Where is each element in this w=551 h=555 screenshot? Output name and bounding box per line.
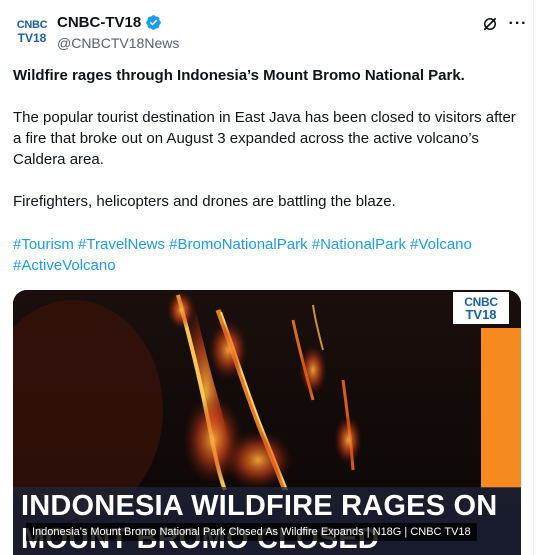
video-caption: Indonesia's Mount Bromo National Park Cl… [26, 523, 477, 541]
logo-line2: TV18 [465, 306, 497, 322]
avatar-line1: CNBC [16, 19, 48, 31]
hashtag-link[interactable]: #ActiveVolcano [13, 257, 116, 274]
avatar-line2: TV18 [17, 31, 47, 45]
hashtag-link[interactable]: #Tourism [13, 236, 74, 253]
hashtag-link[interactable]: #TravelNews [78, 236, 165, 253]
verified-badge-icon [146, 15, 161, 30]
author-name-row[interactable]: CNBC-TV18 [57, 14, 162, 31]
more-options-icon[interactable]: ··· [508, 14, 528, 34]
avatar[interactable]: CNBC TV18 [12, 12, 52, 52]
author-handle[interactable]: @CNBCTV18News [57, 35, 179, 51]
hashtag-link[interactable]: #BromoNationalPark [169, 236, 307, 253]
logo-line1: CNBC [464, 294, 498, 309]
channel-logo: CNBC TV18 [453, 292, 509, 324]
tweet-headline: Wildfire rages through Indonesia’s Mount… [13, 67, 465, 84]
banner-line1: INDONESIA WILDFIRE RAGES ON [21, 490, 498, 522]
header-actions: ··· [480, 14, 528, 34]
video-player[interactable]: CNBC TV18 INDONESIA WILDFIRE RAGES ON MO… [13, 290, 521, 555]
hashtag-link[interactable]: #NationalPark [312, 236, 406, 253]
tweet-paragraph-2: Firefighters, helicopters and drones are… [13, 193, 396, 210]
timeline-border [533, 0, 534, 555]
author-name[interactable]: CNBC-TV18 [57, 14, 141, 31]
hashtag-link[interactable]: #Volcano [410, 236, 472, 253]
tweet-paragraph: The popular tourist destination in East … [13, 109, 516, 168]
grok-icon[interactable] [480, 14, 500, 34]
hashtag-list: #Tourism #TravelNews #BromoNationalPark … [13, 234, 528, 276]
